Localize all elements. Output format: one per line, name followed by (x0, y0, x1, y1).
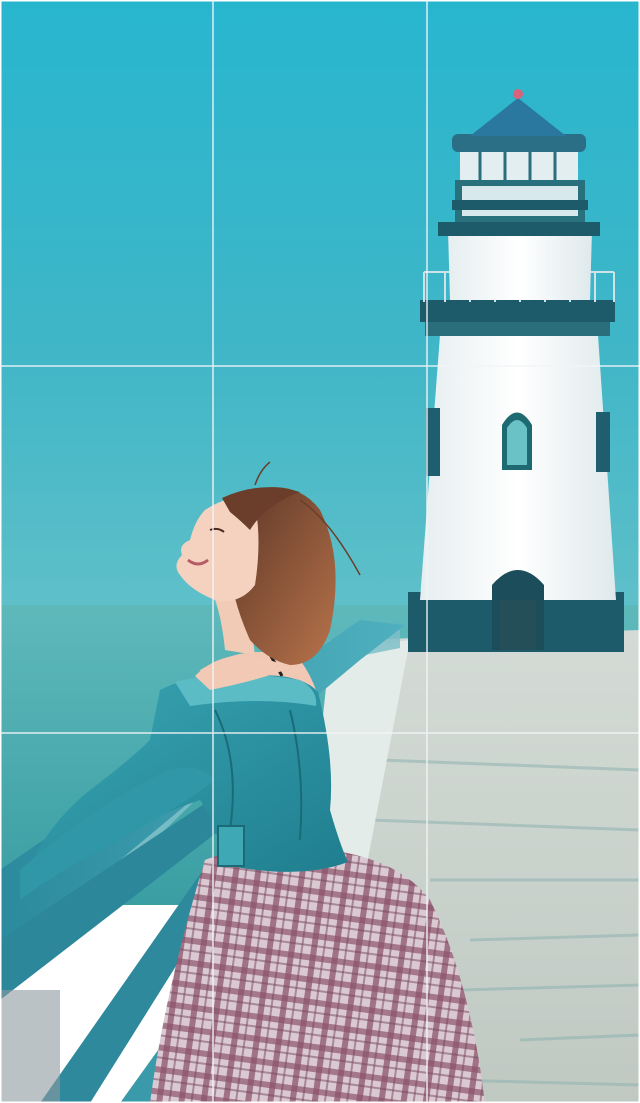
photo-stage (0, 0, 640, 1103)
photo (0, 0, 640, 1103)
